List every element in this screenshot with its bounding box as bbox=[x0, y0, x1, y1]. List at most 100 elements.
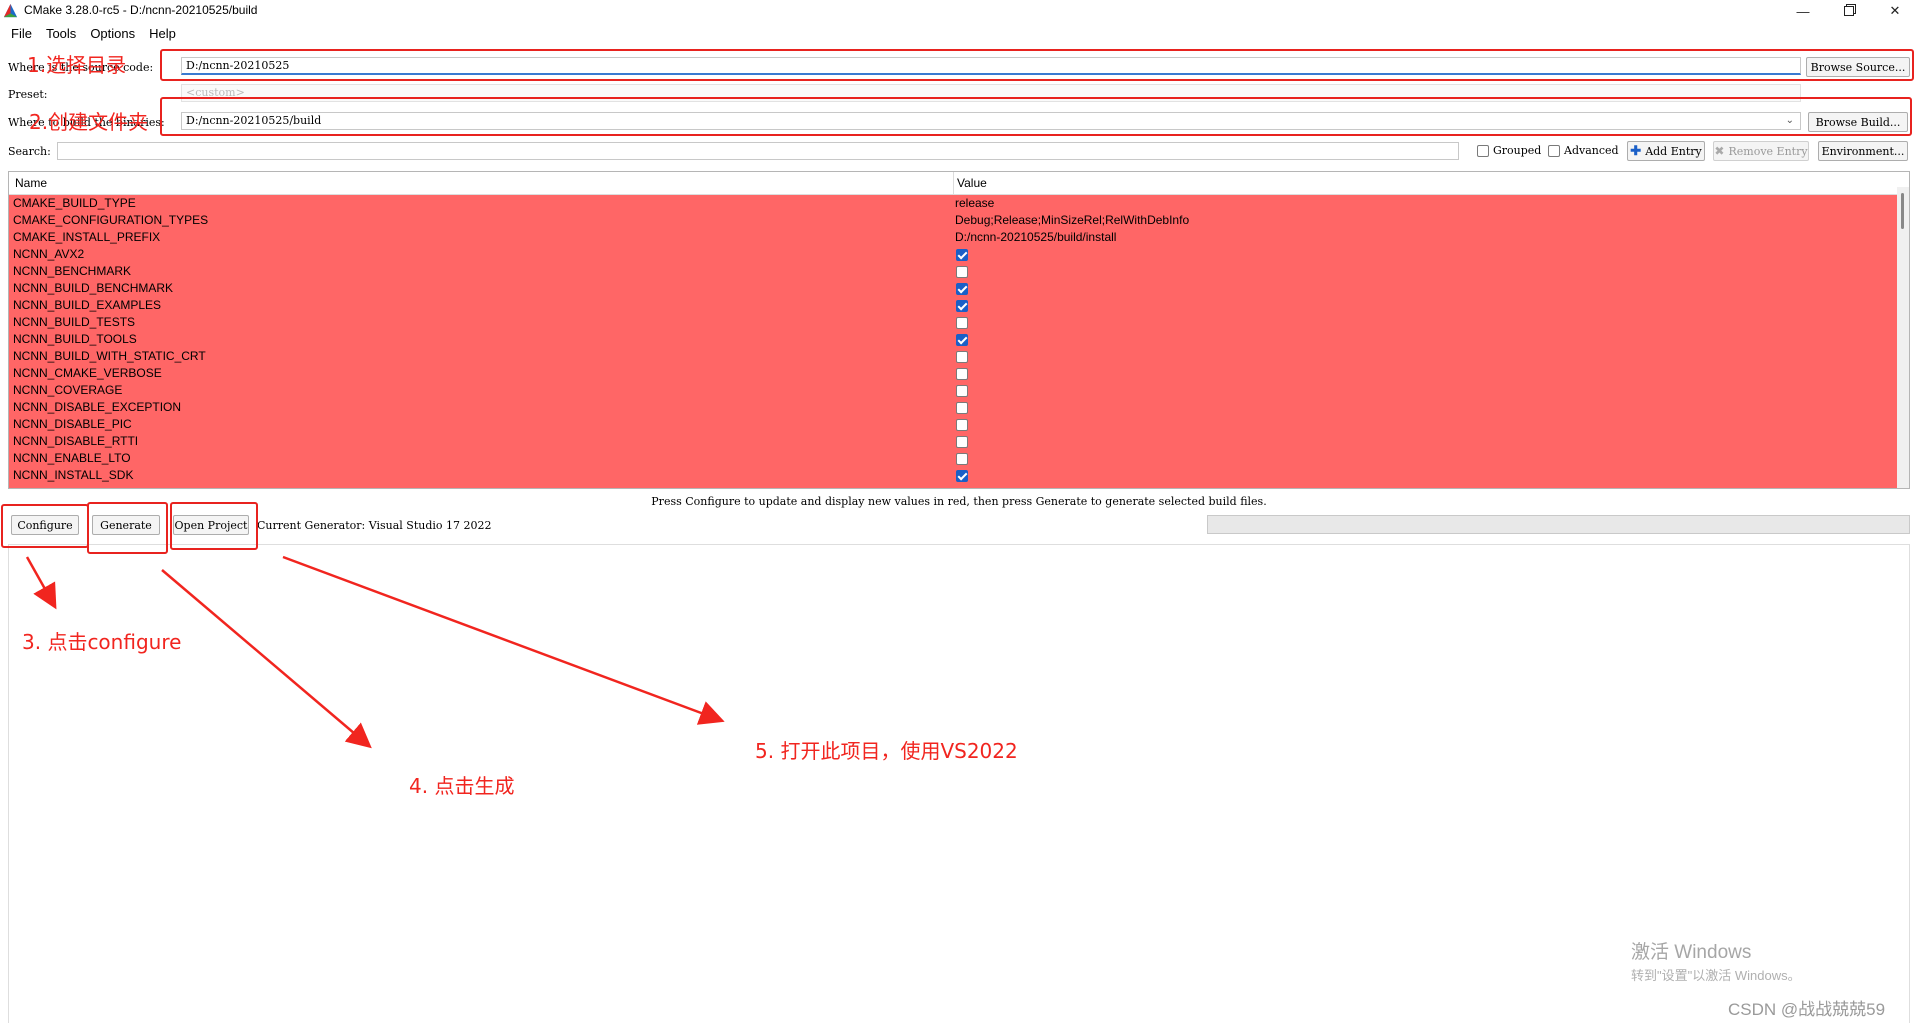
cache-entry-checkbox[interactable] bbox=[956, 300, 968, 312]
cache-entry-checkbox[interactable] bbox=[956, 368, 968, 380]
cache-entry-name: CMAKE_INSTALL_PREFIX bbox=[13, 230, 161, 244]
table-row[interactable]: NCNN_BUILD_TOOLS bbox=[9, 331, 1899, 348]
table-row[interactable]: NCNN_BUILD_EXAMPLES bbox=[9, 297, 1899, 314]
table-row[interactable]: NCNN_AVX2 bbox=[9, 246, 1899, 263]
cache-entry-checkbox[interactable] bbox=[956, 334, 968, 346]
table-row[interactable]: NCNN_BUILD_TESTS bbox=[9, 314, 1899, 331]
table-row[interactable]: NCNN_ENABLE_LTO bbox=[9, 450, 1899, 467]
cache-entry-name: NCNN_ENABLE_LTO bbox=[13, 451, 131, 465]
annotation-box-open-project bbox=[170, 502, 258, 550]
cache-entry-name: NCNN_BUILD_TESTS bbox=[13, 315, 136, 329]
table-row[interactable]: NCNN_DISABLE_EXCEPTION bbox=[9, 399, 1899, 416]
cmake-logo-icon bbox=[3, 3, 18, 18]
close-icon: ✕ bbox=[1889, 3, 1901, 18]
table-row[interactable]: NCNN_BUILD_BENCHMARK bbox=[9, 280, 1899, 297]
table-row[interactable]: CMAKE_BUILD_TYPE release bbox=[9, 195, 1899, 212]
progress-bar bbox=[1207, 515, 1910, 534]
cache-table: Name Value CMAKE_BUILD_TYPE release CMAKE_… bbox=[8, 171, 1910, 489]
cache-entry-checkbox[interactable] bbox=[956, 351, 968, 363]
cache-entry-checkbox[interactable] bbox=[956, 436, 968, 448]
configure-hint: Press Configure to update and display ne… bbox=[651, 495, 1267, 508]
minimize-icon: — bbox=[1796, 3, 1810, 19]
menu-options[interactable]: Options bbox=[83, 24, 142, 46]
annotation-step-2: 2.创建文件夹 bbox=[29, 110, 149, 134]
table-row[interactable]: NCNN_CMAKE_VERBOSE bbox=[9, 365, 1899, 382]
table-header: Name Value bbox=[9, 172, 1909, 195]
annotation-step-3: 3. 点击configure bbox=[22, 630, 182, 654]
cache-entry-checkbox[interactable] bbox=[956, 283, 968, 295]
grouped-checkbox[interactable]: Grouped bbox=[1477, 144, 1541, 157]
current-generator-label: Current Generator: Visual Studio 17 2022 bbox=[257, 519, 492, 532]
cache-entry-name: NCNN_BUILD_TOOLS bbox=[13, 332, 137, 346]
annotation-box-generate bbox=[87, 502, 168, 554]
menu-tools[interactable]: Tools bbox=[39, 24, 83, 46]
cache-entry-name: NCNN_DISABLE_PIC bbox=[13, 417, 132, 431]
cache-entry-checkbox[interactable] bbox=[956, 266, 968, 278]
cache-entry-checkbox[interactable] bbox=[956, 385, 968, 397]
activate-windows-title: 激活 Windows bbox=[1631, 942, 1752, 963]
search-label: Search: bbox=[8, 145, 51, 158]
restore-icon bbox=[1844, 6, 1854, 16]
cache-entry-checkbox[interactable] bbox=[956, 470, 968, 482]
cache-entry-name: CMAKE_BUILD_TYPE bbox=[13, 196, 136, 210]
table-row[interactable]: NCNN_BENCHMARK bbox=[9, 263, 1899, 280]
table-row[interactable]: NCNN_DISABLE_PIC bbox=[9, 416, 1899, 433]
scrollbar-thumb[interactable] bbox=[1901, 193, 1904, 229]
annotation-step-4: 4. 点击生成 bbox=[409, 774, 515, 798]
preset-label: Preset: bbox=[8, 88, 48, 101]
cache-entry-name: NCNN_BUILD_WITH_STATIC_CRT bbox=[13, 349, 206, 363]
advanced-check-box[interactable] bbox=[1548, 144, 1560, 157]
table-body: CMAKE_BUILD_TYPE release CMAKE_CONFIGURATI… bbox=[9, 195, 1899, 488]
table-row[interactable]: NCNN_COVERAGE bbox=[9, 382, 1899, 399]
remove-icon: ✖ bbox=[1714, 144, 1725, 158]
table-row[interactable]: CMAKE_INSTALL_PREFIX D:/ncnn-20210525/bui… bbox=[9, 229, 1899, 246]
cache-entry-checkbox[interactable] bbox=[956, 249, 968, 261]
menu-bar: File Tools Options Help bbox=[0, 24, 1918, 46]
minimize-button[interactable]: — bbox=[1780, 0, 1826, 22]
cache-entry-checkbox[interactable] bbox=[956, 419, 968, 431]
table-row[interactable]: NCNN_BUILD_WITH_STATIC_CRT bbox=[9, 348, 1899, 365]
window-title: CMake 3.28.0-rc5 - D:/ncnn-20210525/buil… bbox=[24, 3, 258, 17]
table-scrollbar[interactable] bbox=[1897, 187, 1909, 488]
annotation-box-configure bbox=[1, 504, 89, 548]
cache-entry-name: NCNN_BUILD_EXAMPLES bbox=[13, 298, 162, 312]
table-row[interactable]: NCNN_INSTALL_SDK bbox=[9, 467, 1899, 484]
column-separator[interactable] bbox=[953, 172, 954, 195]
output-log[interactable] bbox=[8, 544, 1910, 1023]
cache-entry-name: NCNN_DISABLE_RTTI bbox=[13, 434, 139, 448]
activate-windows-subtitle: 转到"设置"以激活 Windows。 bbox=[1631, 968, 1801, 983]
annotation-box-build bbox=[160, 97, 1912, 136]
menu-file[interactable]: File bbox=[4, 24, 39, 46]
cache-entry-name: CMAKE_CONFIGURATION_TYPES bbox=[13, 213, 209, 227]
search-input[interactable] bbox=[57, 142, 1459, 160]
cache-entry-name: NCNN_AVX2 bbox=[13, 247, 85, 261]
menu-help[interactable]: Help bbox=[142, 24, 183, 46]
close-button[interactable]: ✕ bbox=[1872, 0, 1918, 22]
environment-button[interactable]: Environment... bbox=[1818, 141, 1908, 161]
table-row[interactable]: NCNN_DISABLE_RTTI bbox=[9, 433, 1899, 450]
cache-entry-value[interactable]: D:/ncnn-20210525/build/install bbox=[955, 230, 1116, 244]
cache-entry-name: NCNN_CMAKE_VERBOSE bbox=[13, 366, 162, 380]
cache-entry-value[interactable]: release bbox=[955, 196, 994, 210]
table-row[interactable]: CMAKE_CONFIGURATION_TYPES Debug;Release;M… bbox=[9, 212, 1899, 229]
grouped-check-box[interactable] bbox=[1477, 144, 1489, 157]
cache-entry-name: NCNN_DISABLE_EXCEPTION bbox=[13, 400, 182, 414]
remove-entry-button[interactable]: ✖ Remove Entry bbox=[1713, 141, 1809, 161]
cache-entry-checkbox[interactable] bbox=[956, 317, 968, 329]
cache-entry-name: NCNN_INSTALL_SDK bbox=[13, 468, 134, 482]
cache-entry-checkbox[interactable] bbox=[956, 402, 968, 414]
csdn-watermark: CSDN @战战兢兢59 bbox=[1728, 1000, 1886, 1019]
column-name-header[interactable]: Name bbox=[15, 176, 47, 190]
cache-entry-name: NCNN_COVERAGE bbox=[13, 383, 123, 397]
cache-entry-value[interactable]: Debug;Release;MinSizeRel;RelWithDebInfo bbox=[955, 213, 1189, 227]
maximize-button[interactable] bbox=[1826, 0, 1872, 22]
annotation-box-source bbox=[160, 49, 1914, 81]
plus-icon: ✚ bbox=[1630, 143, 1642, 159]
annotation-step-5: 5. 打开此项目，使用VS2022 bbox=[755, 739, 1018, 763]
advanced-checkbox[interactable]: Advanced bbox=[1548, 144, 1619, 157]
column-value-header[interactable]: Value bbox=[957, 176, 987, 190]
add-entry-button[interactable]: ✚ Add Entry bbox=[1627, 141, 1705, 161]
cache-entry-name: NCNN_BENCHMARK bbox=[13, 264, 132, 278]
cache-entry-checkbox[interactable] bbox=[956, 453, 968, 465]
title-bar: CMake 3.28.0-rc5 - D:/ncnn-20210525/buil… bbox=[0, 0, 1918, 22]
